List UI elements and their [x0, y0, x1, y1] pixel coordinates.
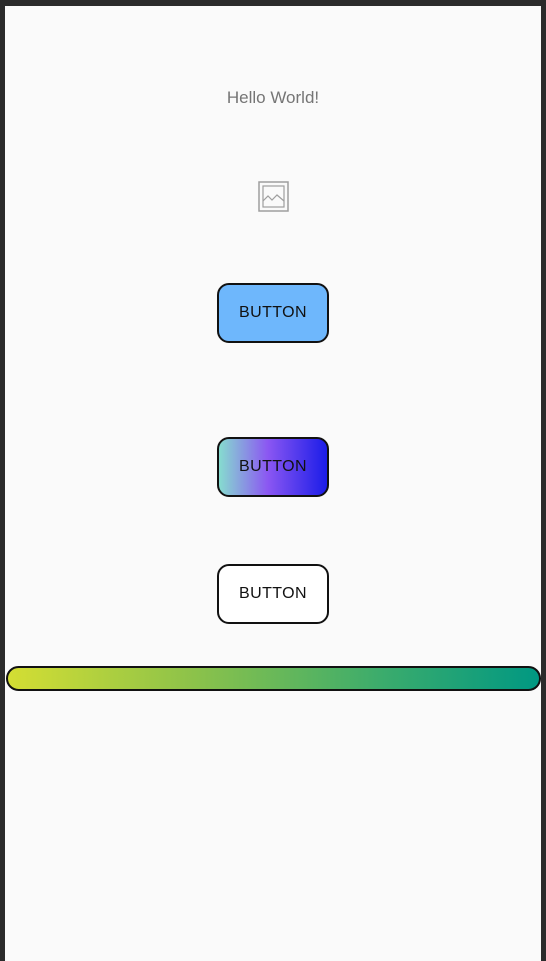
gradient-bar — [6, 666, 541, 691]
button-outlined[interactable]: BUTTON — [217, 564, 329, 624]
device-frame: Hello World! BUTTON BUTTON BUTTON — [0, 0, 546, 961]
button-primary[interactable]: BUTTON — [217, 283, 329, 343]
image-placeholder-icon — [258, 181, 289, 212]
button-gradient[interactable]: BUTTON — [217, 437, 329, 497]
hello-text: Hello World! — [226, 88, 320, 107]
app-screen: Hello World! BUTTON BUTTON BUTTON — [5, 6, 541, 961]
